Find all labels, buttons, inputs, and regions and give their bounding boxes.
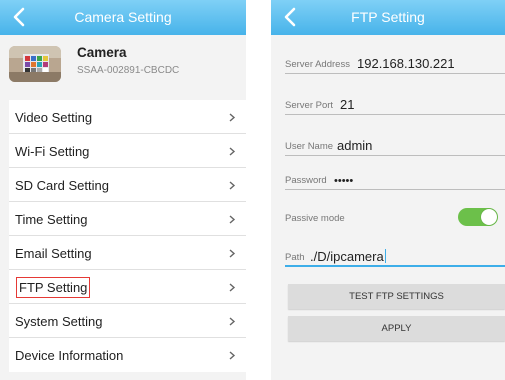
menu-item-label: Video Setting — [15, 110, 93, 125]
path-label: Path — [285, 252, 305, 263]
text-cursor — [384, 249, 386, 263]
camera-id: SSAA-002891-CBCDC — [77, 65, 180, 76]
menu-item-email-setting[interactable]: Email Setting — [9, 236, 246, 270]
menu-item-sd-card-setting[interactable]: SD Card Setting — [9, 168, 246, 202]
passive-mode-label: Passive mode — [285, 213, 345, 224]
toggle-knob — [481, 209, 497, 225]
header-bar: Camera Setting — [0, 0, 246, 35]
user-name-input[interactable]: admin — [337, 138, 372, 153]
server-address-field[interactable]: Server Address 192.168.130.221 — [285, 49, 505, 74]
camera-name: Camera — [77, 45, 127, 60]
chevron-right-icon — [229, 283, 236, 292]
chevron-right-icon — [229, 249, 236, 258]
chevron-right-icon — [229, 215, 236, 224]
password-input[interactable]: ••••• — [334, 175, 353, 187]
path-field[interactable]: Path ./D/ipcamera — [285, 242, 505, 267]
user-name-field[interactable]: User Name admin — [285, 131, 505, 156]
camera-thumbnail — [9, 46, 61, 82]
camera-setting-screen: Camera Setting Camera SSAA-002891-CBCDC … — [0, 0, 246, 380]
test-ftp-settings-button[interactable]: TEST FTP SETTINGS — [288, 284, 505, 309]
path-input[interactable]: ./D/ipcamera — [310, 249, 386, 264]
server-port-input[interactable]: 21 — [340, 97, 354, 112]
menu-item-label: Wi-Fi Setting — [15, 144, 90, 159]
menu-item-device-information[interactable]: Device Information — [9, 338, 246, 372]
chevron-right-icon — [229, 351, 236, 360]
field-underline — [285, 73, 505, 74]
menu-item-ftp-setting[interactable]: FTP Setting — [9, 270, 246, 304]
header-bar: FTP Setting — [271, 0, 505, 35]
menu-item-label: Device Information — [15, 348, 124, 363]
page-title: Camera Setting — [74, 9, 172, 25]
server-address-label: Server Address — [285, 59, 350, 70]
chevron-right-icon — [229, 181, 236, 190]
field-underline-active — [285, 265, 505, 267]
settings-menu: Video Setting Wi-Fi Setting SD Card Sett… — [9, 100, 246, 372]
menu-item-label: Email Setting — [15, 246, 92, 261]
path-value: ./D/ipcamera — [310, 249, 384, 264]
menu-item-wifi-setting[interactable]: Wi-Fi Setting — [9, 134, 246, 168]
menu-item-system-setting[interactable]: System Setting — [9, 304, 246, 338]
user-name-label: User Name — [285, 141, 334, 152]
field-underline — [285, 155, 505, 156]
menu-item-video-setting[interactable]: Video Setting — [9, 100, 246, 134]
camera-profile[interactable]: Camera SSAA-002891-CBCDC — [0, 35, 246, 98]
menu-item-label-highlighted: FTP Setting — [15, 277, 91, 298]
menu-item-time-setting[interactable]: Time Setting — [9, 202, 246, 236]
apply-button[interactable]: APPLY — [288, 316, 505, 341]
chevron-right-icon — [229, 147, 236, 156]
ftp-setting-screen: FTP Setting Server Address 192.168.130.2… — [271, 0, 505, 380]
page-title: FTP Setting — [351, 9, 425, 25]
password-field[interactable]: Password ••••• — [285, 165, 505, 190]
server-address-input[interactable]: 192.168.130.221 — [357, 56, 455, 71]
passive-mode-toggle[interactable] — [458, 208, 498, 226]
server-port-label: Server Port — [285, 100, 334, 111]
menu-item-label: Time Setting — [15, 212, 88, 227]
field-underline — [285, 114, 505, 115]
field-underline — [285, 189, 505, 190]
menu-item-label: System Setting — [15, 314, 103, 329]
chevron-right-icon — [229, 113, 236, 122]
menu-item-label: SD Card Setting — [15, 178, 109, 193]
server-port-field[interactable]: Server Port 21 — [285, 90, 505, 115]
chevron-right-icon — [229, 317, 236, 326]
password-label: Password — [285, 175, 327, 186]
